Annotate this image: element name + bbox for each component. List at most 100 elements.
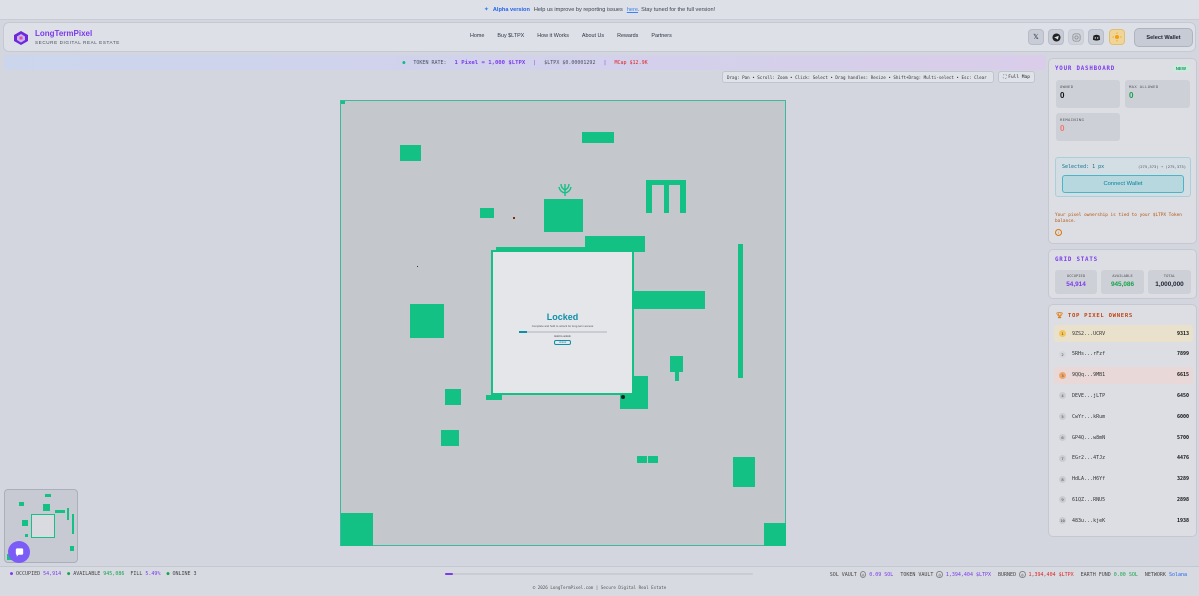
pixel-block[interactable]	[341, 513, 373, 546]
owner-pixel-count: 9313	[1176, 330, 1189, 337]
pixel-block[interactable]	[582, 132, 614, 143]
pixel-block[interactable]	[445, 389, 461, 405]
pixel-block[interactable]	[341, 101, 345, 104]
brand-tagline: SECURE DIGITAL REAL ESTATE	[35, 40, 120, 45]
pixel-block[interactable]	[764, 523, 786, 546]
selected-coords: (275,373) → (275,373)	[1137, 164, 1186, 169]
footer-occupied-label: OCCUPIED	[16, 571, 41, 577]
owner-row[interactable]: 3 9QQq...9MB1 6615	[1054, 366, 1193, 384]
minimap-block	[22, 520, 28, 526]
owner-address[interactable]: EGr2...4TJz	[1072, 455, 1105, 461]
owner-row[interactable]: 1 9ZS2...UCRV 9313	[1054, 325, 1193, 342]
logo-icon[interactable]	[13, 30, 29, 46]
earth-fund-value: 0.00 SOL	[1113, 571, 1138, 578]
nav-buy[interactable]: Buy $LTPX	[497, 33, 524, 39]
pixel-block[interactable]	[400, 145, 421, 161]
nav-about[interactable]: About Us	[582, 33, 604, 39]
pixel-block[interactable]	[648, 456, 658, 463]
full-map-label: Full Map	[1008, 74, 1030, 80]
pixel-block[interactable]	[634, 291, 705, 309]
select-wallet-button[interactable]: Select Wallet	[1134, 28, 1193, 47]
telegram-icon[interactable]	[1048, 29, 1064, 45]
locked-area[interactable]: Locked Complete and hold to unlock for l…	[491, 250, 634, 395]
new-badge: NEW	[1171, 65, 1190, 72]
copyright: © 2026 LongTermPixel.com | Secure Digita…	[532, 585, 667, 590]
owner-address[interactable]: 61QZ...RNU5	[1072, 497, 1105, 503]
owner-address[interactable]: CwYr...kRum	[1072, 414, 1105, 420]
footer-available: 945,086	[103, 571, 125, 577]
brand-name[interactable]: LongTermPixel	[35, 29, 92, 38]
owner-address[interactable]: 9ZS2...UCRV	[1072, 331, 1105, 337]
owner-rank: 8	[1059, 475, 1066, 483]
unlock-progress-fill	[518, 331, 528, 333]
minimap-viewport[interactable]	[31, 514, 55, 538]
token-vault-label: TOKEN VAULT	[900, 571, 934, 578]
owner-address[interactable]: HdLA...H6Yf	[1072, 476, 1105, 482]
owner-address[interactable]: DEVE...jLTP	[1072, 393, 1105, 399]
discord-icon[interactable]	[1088, 29, 1104, 45]
dashboard-title: YOUR DASHBOARD	[1055, 66, 1116, 72]
token-rate-strip: ● TOKEN RATE: 1 Pixel = 1,000 $LTPX | $L…	[4, 55, 1046, 70]
owner-row[interactable]: 4 DEVE...jLTP 6450	[1054, 387, 1193, 404]
owner-row[interactable]: 7 EGr2...4TJz 4476	[1054, 450, 1193, 467]
available-dot-icon: ●	[67, 571, 71, 577]
pixel-block[interactable]	[733, 457, 755, 487]
pixel-block[interactable]	[637, 456, 647, 463]
selection-box: Selected: 1 px (275,373) → (275,373) Con…	[1055, 157, 1191, 197]
remaining-stat: REMAINING 0	[1056, 113, 1120, 141]
owner-pixel-count: 3289	[1176, 476, 1189, 483]
pixel-block[interactable]	[680, 180, 686, 213]
sol-icon: ◎	[859, 571, 867, 578]
pixel-block[interactable]	[664, 180, 669, 213]
pixel-block[interactable]	[480, 208, 494, 218]
nav-rewards[interactable]: Rewards	[617, 33, 638, 39]
unlock-button[interactable]: Unlock	[554, 340, 571, 345]
owner-address[interactable]: 5RHs...rFzf	[1072, 351, 1105, 357]
pixel-block[interactable]	[486, 395, 502, 400]
owner-row[interactable]: 6 GP4Q...w8mN 5700	[1054, 429, 1193, 446]
total-label: TOTAL	[1163, 273, 1176, 278]
remaining-label: REMAINING	[1060, 117, 1085, 122]
network-value: Solana	[1168, 571, 1187, 578]
owner-address[interactable]: 9QQq...9MB1	[1072, 372, 1105, 378]
owner-row[interactable]: 8 HdLA...H6Yf 3289	[1054, 471, 1193, 488]
total-value: 1,000,000	[1155, 281, 1184, 288]
nav-home[interactable]: Home	[470, 33, 484, 39]
pixel-block[interactable]	[410, 304, 444, 338]
owner-row[interactable]: 9 61QZ...RNU5 2898	[1054, 491, 1193, 508]
theme-sun-icon[interactable]	[1109, 29, 1125, 45]
pixel-speck[interactable]	[417, 266, 418, 267]
owner-rank: 6	[1059, 434, 1066, 441]
token-rate-value: 1 Pixel = 1,000 $LTPX	[454, 59, 526, 66]
info-icon[interactable]: i	[1055, 229, 1062, 236]
nav-partners[interactable]: Partners	[651, 33, 671, 39]
pixel-block[interactable]	[544, 199, 583, 232]
full-map-button[interactable]: ⛶ Full Map	[998, 71, 1035, 83]
minimap-block	[55, 510, 65, 513]
connect-wallet-button[interactable]: Connect Wallet	[1062, 175, 1184, 193]
x-icon[interactable]: 𝕏	[1028, 29, 1044, 45]
banner-link[interactable]: here	[627, 7, 638, 13]
selected-count: Selected: 1 px	[1062, 164, 1105, 170]
owner-address[interactable]: GP4Q...w8mN	[1072, 435, 1105, 441]
instagram-icon[interactable]	[1068, 29, 1084, 45]
total-stat: TOTAL 1,000,000	[1148, 270, 1191, 294]
owner-address[interactable]: 483u...kjeK	[1072, 518, 1105, 524]
grid-stats-panel: GRID STATS OCCUPIED 54,914 AVAILABLE 945…	[1048, 249, 1197, 299]
pixel-block[interactable]	[441, 430, 459, 446]
pixel-block[interactable]	[675, 369, 679, 381]
owner-rank: 3	[1059, 371, 1066, 379]
chat-bubble-icon[interactable]	[8, 541, 30, 563]
owner-row[interactable]: 2 5RHs...rFzf 7899	[1054, 346, 1193, 363]
owner-pixel-count: 6450	[1176, 392, 1189, 399]
network-label: NETWORK	[1144, 571, 1166, 578]
owner-pixel-count: 1938	[1176, 517, 1189, 524]
owner-row[interactable]: 5 CwYr...kRum 6000	[1054, 408, 1193, 425]
top-owners-label: TOP PIXEL OWNERS	[1067, 313, 1133, 319]
pixel-block[interactable]	[738, 244, 743, 378]
token-vault-value: 1,394,404 $LTPX	[945, 571, 992, 578]
nav-how-it-works[interactable]: How it Works	[537, 33, 569, 39]
online-dot-icon: ●	[166, 571, 170, 577]
owner-row[interactable]: 10 483u...kjeK 1938	[1054, 512, 1193, 529]
pixel-speck[interactable]	[513, 217, 515, 219]
